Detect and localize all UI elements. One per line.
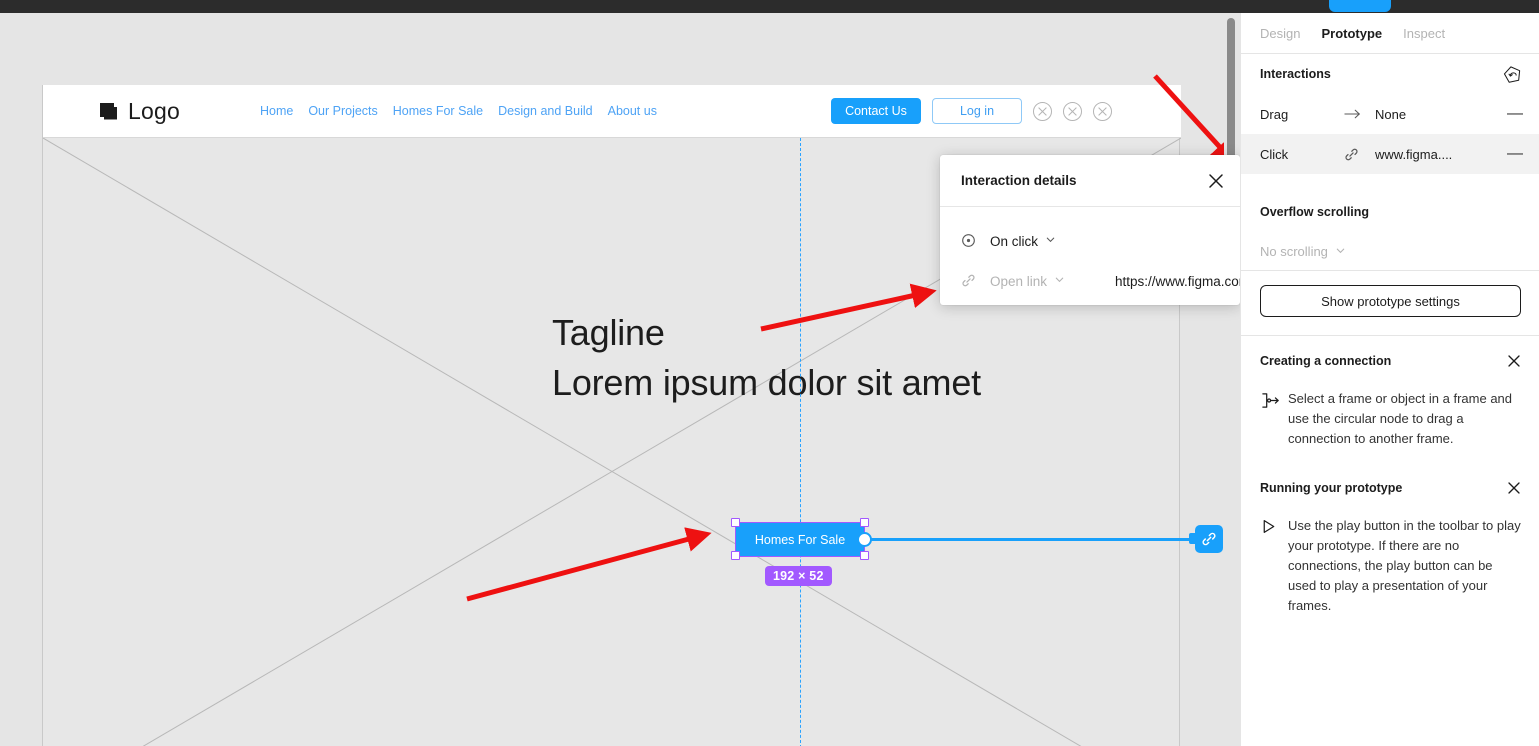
connection-node-icon — [1260, 389, 1288, 449]
tip-running-your-prototype: Running your prototype Use the play butt… — [1241, 449, 1539, 616]
link-icon — [1202, 532, 1216, 546]
interaction-destination: None — [1375, 106, 1407, 122]
prototype-settings-wrap: Show prototype settings — [1241, 271, 1539, 335]
remove-interaction-button[interactable]: — — [1507, 146, 1523, 162]
link-icon — [1344, 147, 1364, 162]
popup-trigger-row[interactable]: On click — [940, 221, 1240, 261]
nav-link-about-us[interactable]: About us — [608, 104, 657, 118]
close-icon[interactable] — [1505, 352, 1523, 370]
logo-text: Logo — [128, 97, 180, 124]
nav-link-homes-for-sale[interactable]: Homes For Sale — [393, 104, 483, 118]
right-panel: Design Prototype Inspect Interactions Dr… — [1240, 13, 1539, 746]
canvas-scrollbar[interactable] — [1224, 13, 1240, 746]
remove-interaction-button[interactable]: — — [1507, 106, 1523, 122]
contact-us-button[interactable]: Contact Us — [831, 98, 921, 124]
site-logo[interactable]: Logo — [100, 98, 180, 125]
tagline-subheading: Lorem ipsum dolor sit amet — [552, 362, 981, 403]
interaction-trigger-label: Drag — [1260, 106, 1289, 122]
overflow-scrolling-select[interactable]: No scrolling — [1260, 232, 1523, 270]
interaction-destination: www.figma.... — [1375, 146, 1453, 162]
popup-header: Interaction details — [940, 155, 1240, 207]
tip-text: Select a frame or object in a frame and … — [1288, 391, 1513, 446]
popup-url-value[interactable]: https://www.figma.com — [1115, 274, 1240, 289]
logo-mark-icon — [100, 102, 117, 120]
on-click-icon — [961, 233, 977, 249]
tagline-heading: Tagline — [552, 312, 665, 353]
site-nav-links: Home Our Projects Homes For Sale Design … — [260, 104, 657, 118]
link-target-node[interactable] — [1195, 525, 1223, 553]
panel-tabs: Design Prototype Inspect — [1241, 13, 1539, 54]
tip-title: Running your prototype — [1260, 481, 1403, 495]
popup-title: Interaction details — [961, 173, 1077, 188]
interactions-section: Interactions Drag None — Click www.figma… — [1241, 54, 1539, 174]
interaction-row-click[interactable]: Click www.figma.... — — [1241, 134, 1539, 174]
tab-design[interactable]: Design — [1260, 26, 1300, 41]
chevron-down-icon[interactable] — [1045, 232, 1056, 250]
social-placeholder-icon[interactable] — [1033, 101, 1052, 121]
overflow-scrolling-header: Overflow scrolling — [1260, 192, 1523, 232]
selection-handle-top-right[interactable] — [860, 518, 869, 527]
close-icon[interactable] — [1505, 479, 1523, 497]
close-icon[interactable] — [1206, 171, 1226, 191]
tip-text: Use the play button in the toolbar to pl… — [1288, 518, 1521, 613]
overflow-scrolling-section: Overflow scrolling No scrolling — [1241, 192, 1539, 270]
overflow-scrolling-value: No scrolling — [1260, 243, 1328, 259]
interaction-details-popup[interactable]: Interaction details On click Open link h… — [940, 155, 1240, 305]
interactions-title: Interactions — [1260, 67, 1331, 81]
tab-prototype[interactable]: Prototype — [1321, 26, 1382, 41]
selected-homes-for-sale-button[interactable]: Homes For Sale — [735, 522, 865, 557]
alignment-guide — [800, 138, 801, 746]
selection-handle-bottom-left[interactable] — [731, 551, 740, 560]
tip-header: Creating a connection — [1260, 350, 1523, 372]
design-canvas[interactable]: Logo Home Our Projects Homes For Sale De… — [0, 13, 1240, 746]
prototype-flow-icon[interactable] — [1501, 63, 1523, 85]
tab-inspect[interactable]: Inspect — [1403, 26, 1445, 41]
interaction-trigger-label: Click — [1260, 146, 1289, 162]
nav-link-home[interactable]: Home — [260, 104, 293, 118]
chevron-down-icon[interactable] — [1054, 272, 1065, 290]
show-prototype-settings-button[interactable]: Show prototype settings — [1260, 285, 1521, 317]
tip-creating-a-connection: Creating a connection Select a frame or … — [1241, 336, 1539, 449]
social-placeholder-icon[interactable] — [1063, 101, 1082, 121]
top-toolbar — [0, 0, 1539, 13]
nav-link-design-and-build[interactable]: Design and Build — [498, 104, 593, 118]
dimension-badge: 192 × 52 — [765, 566, 832, 586]
log-in-button[interactable]: Log in — [932, 98, 1022, 124]
link-icon — [961, 273, 977, 289]
tip-body: Use the play button in the toolbar to pl… — [1260, 516, 1523, 616]
popup-action-label: Open link — [990, 273, 1048, 289]
interaction-row-drag[interactable]: Drag None — — [1260, 94, 1523, 134]
site-nav-actions: Contact Us Log in — [831, 98, 1112, 124]
play-icon — [1260, 516, 1288, 616]
prototype-connection-line[interactable] — [870, 538, 1200, 541]
social-placeholder-icon[interactable] — [1093, 101, 1112, 121]
arrow-right-icon — [1344, 108, 1364, 120]
overflow-scrolling-title: Overflow scrolling — [1260, 205, 1370, 219]
popup-trigger-label: On click — [990, 233, 1039, 249]
selection-handle-top-left[interactable] — [731, 518, 740, 527]
selection-handle-bottom-right[interactable] — [860, 551, 869, 560]
tagline-block[interactable]: Tagline Lorem ipsum dolor sit amet — [552, 310, 981, 410]
popup-action-row[interactable]: Open link https://www.figma.com — [940, 261, 1240, 301]
site-navbar: Logo Home Our Projects Homes For Sale De… — [43, 85, 1181, 138]
nav-link-our-projects[interactable]: Our Projects — [308, 104, 377, 118]
tip-header: Running your prototype — [1260, 477, 1523, 499]
tip-title: Creating a connection — [1260, 354, 1392, 368]
chevron-down-icon — [1335, 244, 1346, 259]
connection-node[interactable] — [857, 532, 872, 547]
play-button[interactable] — [1329, 0, 1391, 12]
interactions-header: Interactions — [1260, 54, 1523, 94]
tip-body: Select a frame or object in a frame and … — [1260, 389, 1523, 449]
